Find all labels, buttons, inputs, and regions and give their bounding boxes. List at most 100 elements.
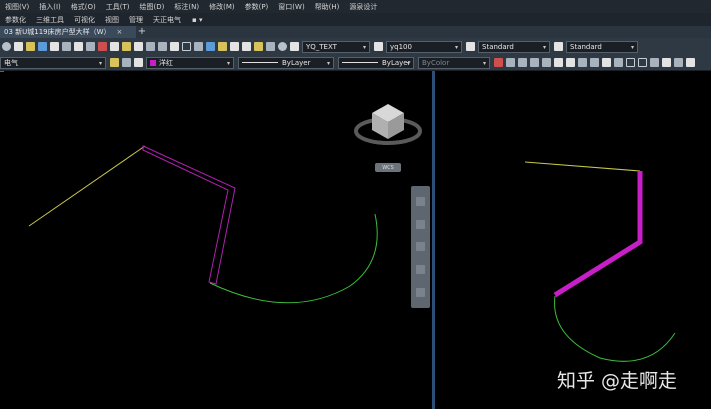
drawing-canvas-right [524,161,676,362]
copy-icon[interactable] [109,42,119,51]
menu-help[interactable]: 帮助(H) [310,2,345,12]
pan-nav-icon[interactable] [416,219,425,229]
menu-dimension[interactable]: 标注(N) [169,2,204,12]
multileader-style-icon[interactable] [553,42,563,51]
showmotion-icon[interactable] [416,288,425,298]
offset-icon[interactable] [541,58,551,67]
tool-palettes-icon[interactable] [229,42,239,51]
rotate-icon[interactable] [577,58,587,67]
mirror-icon[interactable] [529,58,539,67]
chevron-down-icon: ▾ [362,43,366,51]
help-icon[interactable] [277,42,287,51]
menu-yuanquan[interactable]: 源泉设计 [344,2,382,12]
zoom-previous-icon[interactable] [193,42,203,51]
ribbon-options-icon[interactable]: ▪ ▾ [192,16,206,24]
join-icon[interactable] [649,58,659,67]
undo-icon[interactable] [145,42,155,51]
break-icon[interactable] [637,58,647,67]
linetype-dropdown[interactable]: ByLayer ▾ [238,56,334,69]
menu-tools[interactable]: 工具(T) [101,2,135,12]
steering-wheel-icon[interactable] [416,196,425,206]
layer-properties-icon[interactable] [109,58,119,67]
zoom-extents-icon[interactable] [416,242,425,252]
magenta-wall-outline[interactable] [142,145,236,285]
document-tab[interactable]: 03 新U城119床房户型大样（W） × [0,26,136,38]
green-arc-right[interactable] [554,295,676,362]
new-tab-icon[interactable]: + [136,26,148,38]
ribbon-tab-3d-tools[interactable]: 三维工具 [31,15,69,25]
ribbon-tab-view[interactable]: 视图 [100,15,124,25]
open-folder-icon[interactable] [25,42,35,51]
zoom-window-icon[interactable] [181,42,191,51]
print-preview-icon[interactable] [73,42,83,51]
layer-previous-icon[interactable] [133,58,143,67]
model-viewport-right[interactable] [435,71,711,409]
sheet-set-icon[interactable] [241,42,251,51]
publish-icon[interactable] [85,42,95,51]
close-icon[interactable]: × [117,28,123,36]
explode-icon[interactable] [685,58,695,67]
yellow-line-right[interactable] [524,161,641,172]
ribbon-tab-parametric[interactable]: 参数化 [0,15,31,25]
chevron-down-icon: ▾ [454,43,458,51]
lineweight-sample [342,62,378,63]
ribbon-tab-visualize[interactable]: 可视化 [69,15,100,25]
text-style-icon[interactable] [289,42,299,51]
print-icon[interactable] [61,42,71,51]
fillet-icon[interactable] [673,58,683,67]
new-file-icon[interactable] [13,42,23,51]
plotstyle-dropdown: ByColor ▾ [418,56,490,69]
menu-insert[interactable]: 插入(I) [34,2,66,12]
ribbon-tab-tz-electric[interactable]: 天正电气 [148,15,186,25]
cut-icon[interactable] [97,42,107,51]
scale-icon[interactable] [589,58,599,67]
dim-style-icon[interactable] [373,42,383,51]
menu-window[interactable]: 窗口(W) [273,2,309,12]
paste-icon[interactable] [121,42,131,51]
lineweight-dropdown[interactable]: ByLayer ▾ [338,56,414,69]
table-style-dropdown[interactable]: Standard ▾ [478,40,550,53]
redo-icon[interactable] [157,42,167,51]
menu-draw[interactable]: 绘图(D) [135,2,170,12]
table-style-icon[interactable] [465,42,475,51]
save-icon[interactable] [37,42,47,51]
menu-parametric[interactable]: 参数(P) [240,2,274,12]
app-icon[interactable] [1,42,11,51]
pan-icon[interactable] [169,42,179,51]
stretch-icon[interactable] [601,58,611,67]
green-arc[interactable] [209,213,378,304]
properties-icon[interactable] [205,42,215,51]
move-icon[interactable] [565,58,575,67]
rectangle-icon[interactable] [625,58,635,67]
chevron-down-icon: ▾ [326,59,330,67]
array-icon[interactable] [553,58,563,67]
menu-bar: 视图(V) 插入(I) 格式(O) 工具(T) 绘图(D) 标注(N) 修改(M… [0,0,711,13]
chamfer-icon[interactable] [661,58,671,67]
color-dropdown[interactable]: 洋红 ▾ [146,56,234,69]
save-as-icon[interactable] [49,42,59,51]
markup-icon[interactable] [253,42,263,51]
menu-view[interactable]: 视图(V) [0,2,34,12]
color-swatch [150,59,156,66]
ribbon-tab-manage[interactable]: 管理 [124,15,148,25]
orbit-icon[interactable] [416,265,425,275]
dim-style-dropdown[interactable]: yq100 ▾ [386,40,462,53]
model-viewport-left[interactable] [0,71,432,409]
pencil-icon[interactable] [493,58,503,67]
copy-object-icon[interactable] [517,58,527,67]
menu-modify[interactable]: 修改(M) [204,2,240,12]
calculator-icon[interactable] [265,42,275,51]
magenta-wall-thick[interactable] [553,171,643,298]
text-style-dropdown[interactable]: YQ_TEXT ▾ [302,40,370,53]
trim-icon[interactable] [613,58,623,67]
wcs-menu-button[interactable]: WCS [375,163,401,172]
layer-dropdown[interactable]: 电气 ▾ [0,56,106,69]
erase-icon[interactable] [505,58,515,67]
multileader-style-dropdown[interactable]: Standard ▾ [566,40,638,53]
make-current-layer-icon[interactable] [121,58,131,67]
match-properties-icon[interactable] [133,42,143,51]
design-center-icon[interactable] [217,42,227,51]
chevron-down-icon: ▾ [226,59,230,67]
menu-format[interactable]: 格式(O) [66,2,101,12]
yellow-line[interactable] [28,145,146,227]
